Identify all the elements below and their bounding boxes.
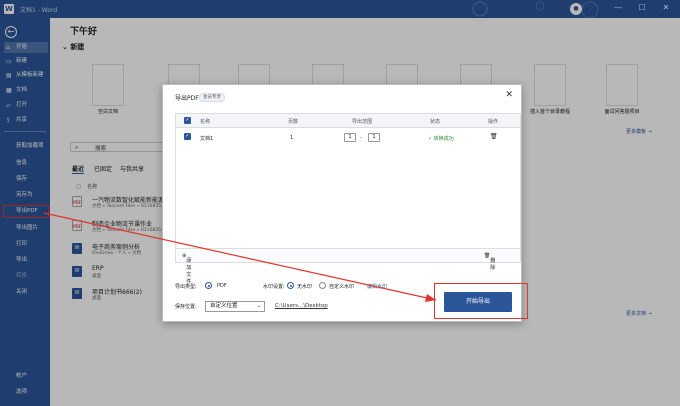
range-to-input[interactable]: 1: [368, 133, 380, 142]
save-path-link[interactable]: C:\Users...\Desktop: [275, 303, 328, 309]
export-type-pdf-radio[interactable]: [205, 282, 212, 289]
delete-button[interactable]: 🗑 删除: [484, 253, 495, 271]
table-footer: ⊕ 添加文件 🗑 删除: [176, 248, 520, 285]
range-from-input[interactable]: 1: [344, 133, 356, 142]
status-badge: ✓ 转换成功: [428, 136, 454, 142]
annotation-box: [434, 283, 528, 319]
add-file-button[interactable]: ⊕ 添加文件: [182, 253, 191, 285]
table-row: ✓ 文档1 1 1 - 1 ✓ 转换成功 🗑: [184, 133, 498, 142]
row-checkbox[interactable]: ✓: [184, 133, 191, 140]
member-badge: 会员专享: [199, 93, 225, 102]
file-table: ✓ 名称 页数 导出范围 状态 操作 ✓ 文档1 1 1 - 1 ✓ 转换成功 …: [175, 113, 521, 285]
chevron-down-icon: ⌄: [256, 303, 261, 309]
close-icon[interactable]: ✕: [505, 90, 513, 100]
save-location-select[interactable]: 自定义位置 ⌄: [205, 301, 265, 312]
trash-icon[interactable]: 🗑: [490, 133, 498, 140]
select-all-checkbox[interactable]: ✓: [184, 117, 191, 124]
edit-watermark-link[interactable]: 编辑水印: [367, 283, 387, 290]
dialog-title: 导出PDF: [175, 95, 199, 102]
watermark-custom-radio[interactable]: [319, 282, 326, 289]
watermark-none-radio[interactable]: [287, 282, 294, 289]
table-header: ✓ 名称 页数 导出范围 状态 操作: [176, 114, 520, 128]
